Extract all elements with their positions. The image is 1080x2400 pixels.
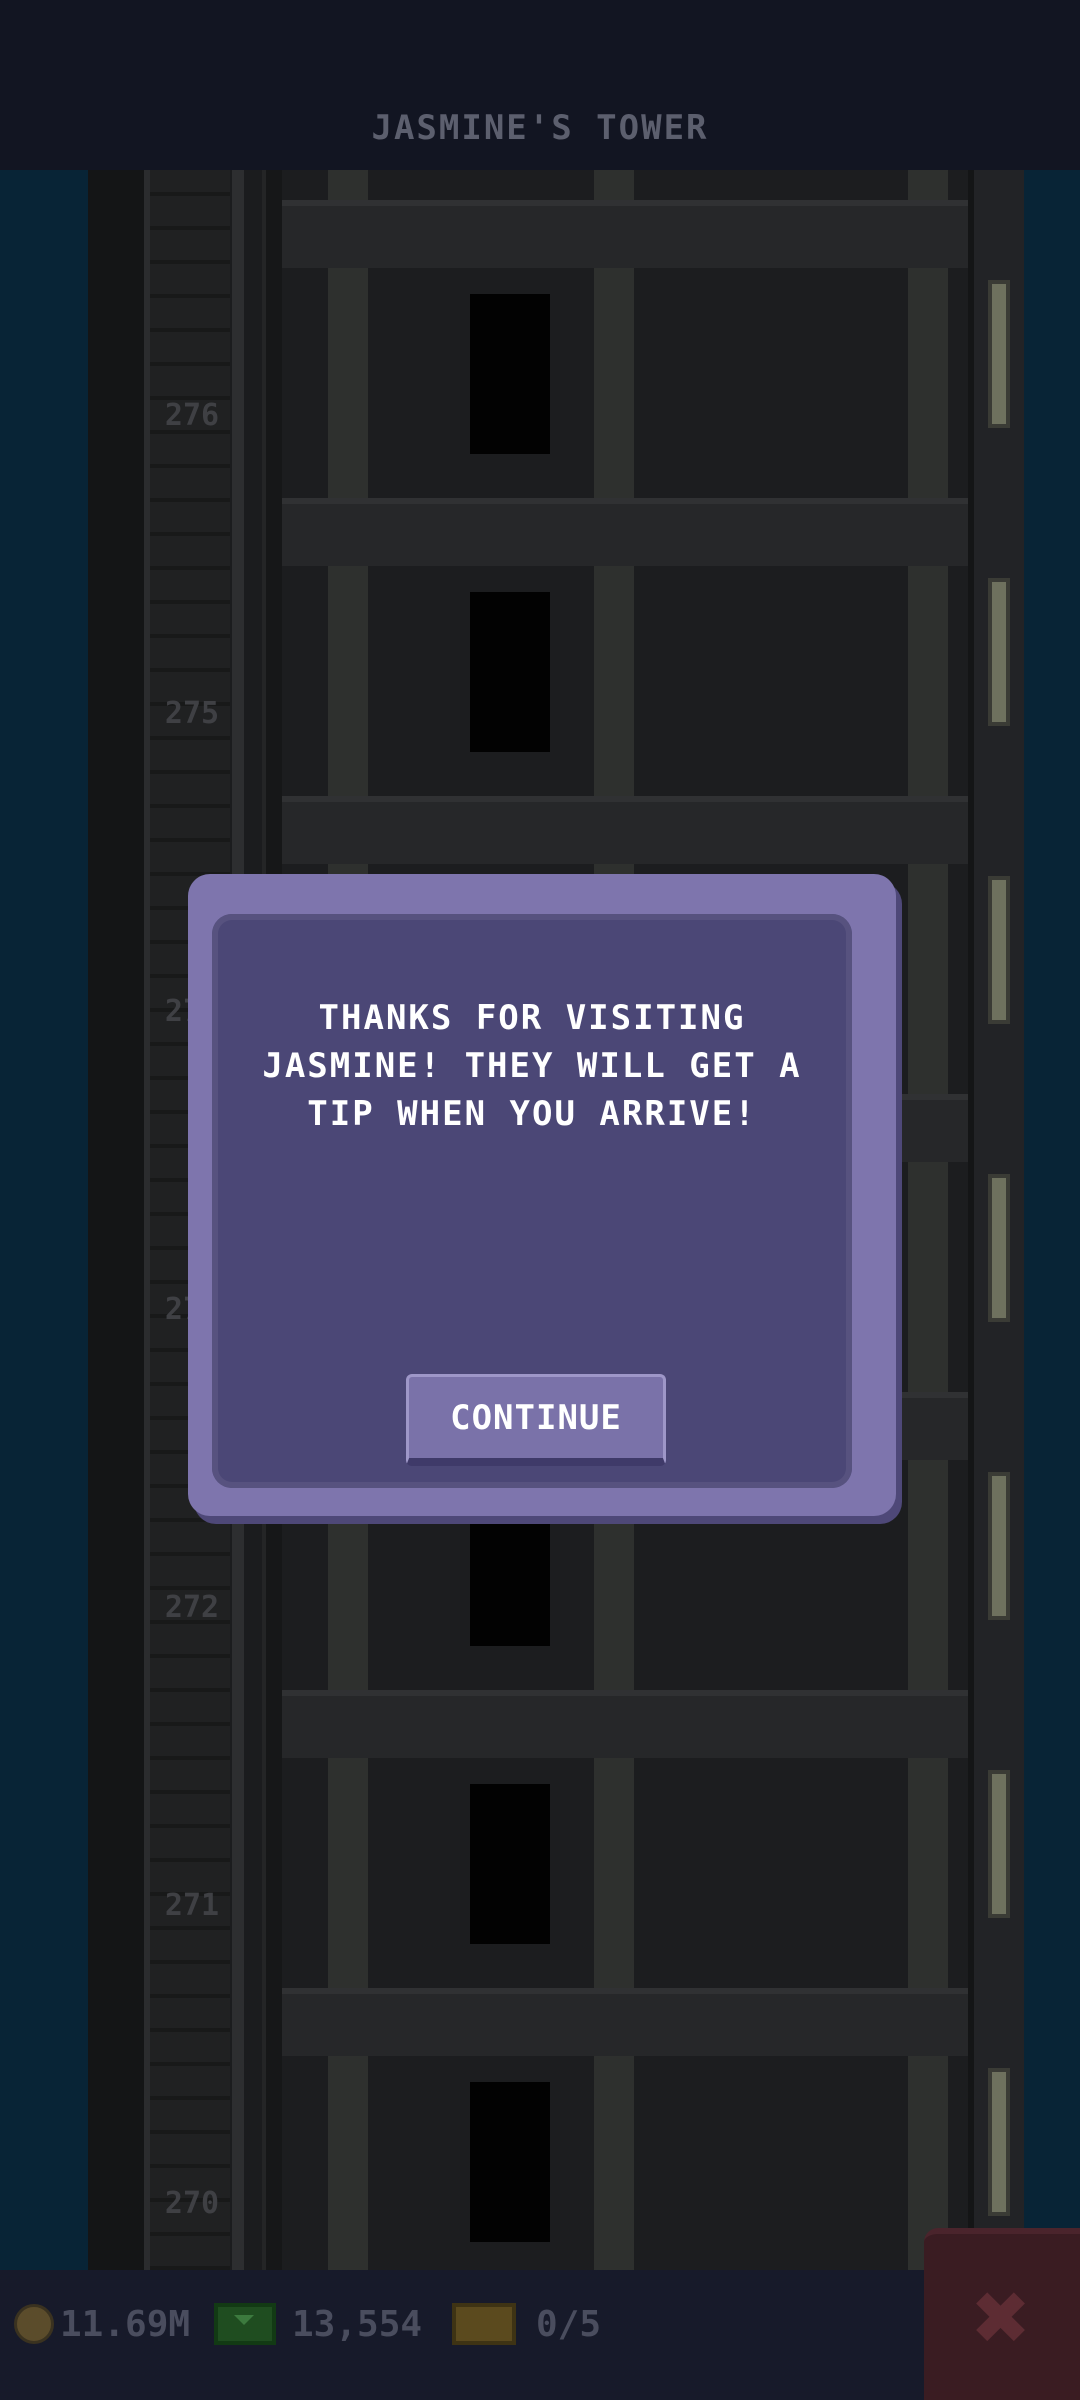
- tower-left-wall: [88, 0, 150, 2270]
- close-icon: ✖: [973, 2261, 1031, 2373]
- floor-number: 276: [164, 398, 220, 433]
- coins-stat: 11.69M: [14, 2296, 190, 2352]
- ticket-icon: [452, 2303, 516, 2345]
- floor-number: 271: [164, 1888, 220, 1923]
- room-door: [470, 592, 550, 752]
- wall-light: [988, 1472, 1010, 1620]
- wall-light: [988, 2068, 1010, 2216]
- coins-value: 11.69M: [60, 2303, 191, 2345]
- close-button[interactable]: ✖: [924, 2228, 1080, 2400]
- tower-floor: [282, 498, 1010, 798]
- bottom-status-bar: 11.69M 13,554 0/5: [0, 2270, 1080, 2400]
- dialog-panel: THANKS FOR VISITING JASMINE! THEY WILL G…: [212, 914, 852, 1488]
- wall-light: [988, 1174, 1010, 1322]
- wall-light: [988, 280, 1010, 428]
- tower-floor: [282, 1690, 1010, 1990]
- bux-value: 13,554: [292, 2303, 423, 2345]
- tower-floor: [282, 1988, 1010, 2288]
- bux-stat: 13,554: [214, 2296, 422, 2352]
- coin-icon: [14, 2304, 54, 2344]
- top-bar: JASMINE'S TOWER: [0, 0, 1080, 170]
- floor-number: 270: [164, 2186, 220, 2221]
- wall-light: [988, 578, 1010, 726]
- floor-number: 275: [164, 696, 220, 731]
- dialog-message: THANKS FOR VISITING JASMINE! THEY WILL G…: [262, 998, 802, 1134]
- room-door: [470, 294, 550, 454]
- wall-light: [988, 876, 1010, 1024]
- tickets-stat: 0/5: [452, 2296, 601, 2352]
- room-door: [470, 1784, 550, 1944]
- tower-title: JASMINE'S TOWER: [371, 108, 709, 148]
- visit-dialog: THANKS FOR VISITING JASMINE! THEY WILL G…: [188, 874, 896, 1516]
- tickets-value: 0/5: [536, 2303, 602, 2345]
- continue-button[interactable]: CONTINUE: [406, 1374, 666, 1466]
- floor-number: 272: [164, 1590, 220, 1625]
- bux-icon: [214, 2303, 276, 2345]
- tower-floor: [282, 200, 1010, 500]
- wall-light: [988, 1770, 1010, 1918]
- room-door: [470, 2082, 550, 2242]
